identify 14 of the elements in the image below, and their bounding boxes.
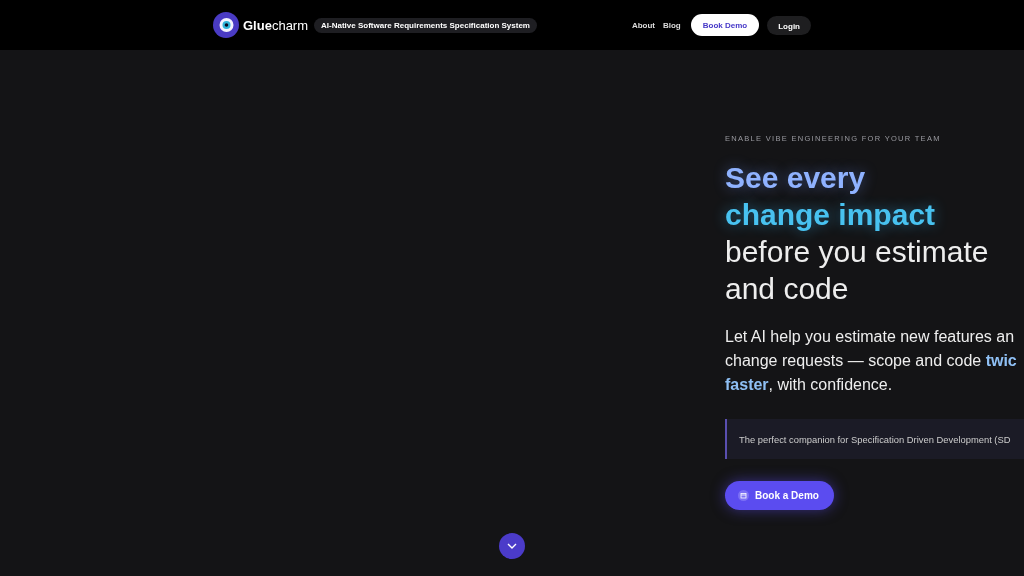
calendar-icon: [738, 490, 749, 501]
hero-heading: See every change impact before you estimate and code: [725, 160, 990, 307]
book-a-demo-button[interactable]: Book a Demo: [725, 481, 834, 510]
scroll-down-button[interactable]: [499, 533, 525, 559]
nav-link[interactable]: Blog: [663, 20, 681, 30]
book-demo-button[interactable]: Book Demo: [690, 14, 760, 36]
logo-icon: [213, 12, 239, 38]
tagline-pill: AI-Native Software Requirements Specification System: [314, 17, 537, 33]
lead-paragraph: Let AI help you estimate new features an change requests — scope and code twic faster, with confidence.: [725, 327, 1018, 395]
callout-text: The perfect companion for Specification Driven Development (SD: [725, 419, 1024, 459]
login-button[interactable]: Login: [767, 15, 811, 35]
brand-name[interactable]: Gluecharm: [243, 17, 309, 33]
nav-link[interactable]: About: [631, 20, 655, 30]
chevron-down-icon: [507, 543, 517, 549]
